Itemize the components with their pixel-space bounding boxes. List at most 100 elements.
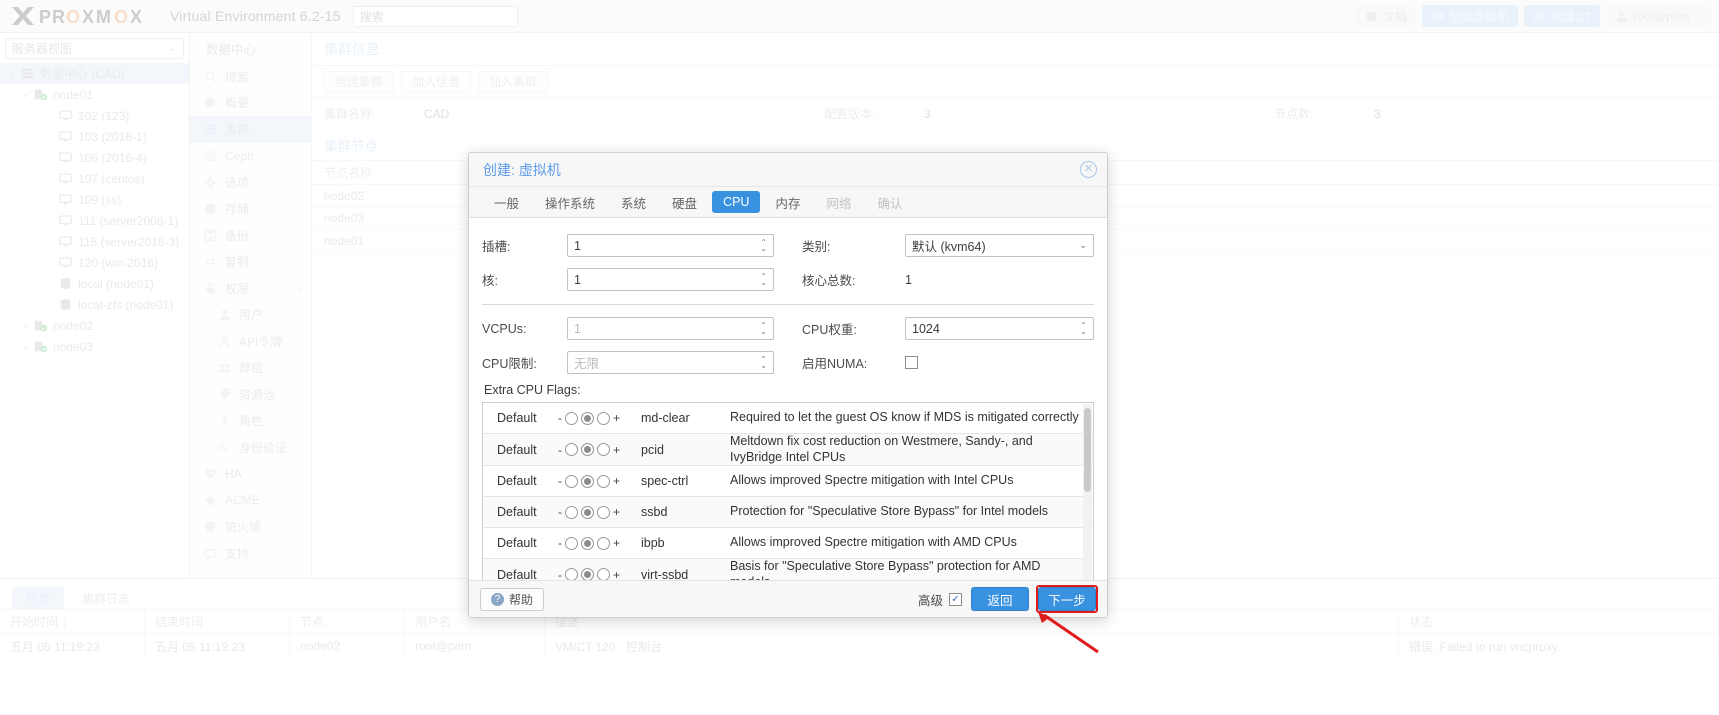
cpu-flag-row[interactable]: Default - + ibpb Allows improved Spectre mit…: [483, 528, 1093, 560]
cpu-flag-state: Default: [497, 474, 537, 489]
help-label: 帮助: [509, 592, 534, 607]
numa-label: 启用NUMA:: [802, 357, 868, 371]
form-divider: [482, 304, 1094, 305]
plus-label: +: [613, 505, 621, 520]
numa-field-row: 启用NUMA:: [802, 349, 1094, 376]
spinner-icon[interactable]: ⌃ ⌄: [760, 321, 767, 335]
numa-checkbox[interactable]: [905, 356, 918, 369]
cpu-limit-label: CPU限制:: [482, 357, 537, 371]
vcpus-stepper[interactable]: 1 ⌃ ⌄: [567, 317, 774, 340]
spinner-icon[interactable]: ⌃ ⌄: [760, 238, 767, 252]
cpu-flag-radiogroup[interactable]: - +: [558, 505, 641, 519]
extra-cpu-flags-label: Extra CPU Flags:: [484, 383, 581, 397]
spinner-icon[interactable]: ⌃ ⌄: [1080, 321, 1087, 335]
help-button[interactable]: ? 帮助: [480, 587, 545, 611]
flag-on-radio[interactable]: [597, 474, 610, 488]
total-cores-label: 核心总数:: [802, 274, 856, 288]
cpu-flag-name: ibpb: [641, 536, 665, 551]
vcpus-value: 1: [574, 321, 581, 336]
cpu-flag-radiogroup[interactable]: - +: [558, 474, 641, 488]
next-button[interactable]: 下一步: [1036, 585, 1098, 613]
dialog-title: 创建: 虚拟机: [483, 161, 561, 178]
cpu-flag-state: Default: [497, 505, 537, 520]
minus-label: -: [558, 474, 562, 489]
flag-on-radio[interactable]: [597, 411, 610, 425]
cpu-weight-field-row: CPU权重: 1024 ⌃ ⌄: [802, 315, 1094, 342]
sockets-stepper[interactable]: 1 ⌃ ⌄: [567, 234, 774, 257]
spinner-icon[interactable]: ⌃ ⌄: [760, 355, 767, 369]
flag-off-radio[interactable]: [565, 411, 578, 425]
cpu-limit-stepper[interactable]: 无限 ⌃ ⌄: [567, 351, 774, 374]
cpu-flag-description: Protection for "Speculative Store Bypass…: [730, 504, 1049, 519]
flag-on-radio[interactable]: [597, 536, 610, 550]
vcpus-field-row: VCPUs: 1 ⌃ ⌄: [482, 315, 774, 342]
flag-off-radio[interactable]: [565, 474, 578, 488]
cpu-limit-field-row: CPU限制: 无限 ⌃ ⌄: [482, 349, 774, 376]
cpu-flag-radiogroup[interactable]: - +: [558, 411, 641, 425]
cores-field-row: 核: 1 ⌃ ⌄: [482, 266, 774, 293]
create-vm-dialog: 创建: 虚拟机 ✕ 一般 操作系统 系统 硬盘 CPU 内存 网络 确认 插槽: 1 ⌃ ⌄ 核…: [468, 152, 1108, 618]
flag-default-radio[interactable]: [581, 474, 594, 488]
tab-确认[interactable]: 确认: [867, 191, 914, 213]
plus-label: +: [613, 474, 621, 489]
cpu-flag-row[interactable]: Default - + md-clear Required to let the gue…: [483, 403, 1093, 434]
minus-label: -: [558, 536, 562, 551]
cpu-flag-description: Allows improved Spectre mitigation with …: [730, 473, 1014, 488]
cpu-weight-label: CPU权重:: [802, 323, 857, 337]
question-icon: ?: [491, 592, 504, 606]
cores-stepper[interactable]: 1 ⌃ ⌄: [567, 268, 774, 291]
tab-操作系统[interactable]: 操作系统: [534, 191, 606, 213]
cpu-flag-description: Allows improved Spectre mitigation with …: [730, 535, 1017, 550]
flag-off-radio[interactable]: [565, 443, 578, 457]
cpu-flag-radiogroup[interactable]: - +: [558, 443, 641, 457]
cpu-weight-stepper[interactable]: 1024 ⌃ ⌄: [905, 317, 1094, 340]
tab-一般[interactable]: 一般: [483, 191, 530, 213]
flag-default-radio[interactable]: [581, 536, 594, 550]
advanced-checkbox[interactable]: ✓: [949, 592, 962, 606]
dialog-header: 创建: 虚拟机 ✕: [469, 153, 1107, 187]
cpu-flag-radiogroup[interactable]: - +: [558, 536, 641, 550]
sockets-label: 插槽:: [482, 240, 511, 254]
tab-网络[interactable]: 网络: [815, 191, 862, 213]
cpu-weight-value: 1024: [912, 321, 940, 336]
tab-系统[interactable]: 系统: [610, 191, 657, 213]
dialog-footer: ? 帮助 高级 ✓ 返回 下一步: [469, 580, 1107, 617]
sockets-field-row: 插槽: 1 ⌃ ⌄: [482, 232, 774, 259]
plus-label: +: [613, 411, 621, 425]
cpu-flag-name: spec-ctrl: [641, 474, 689, 489]
dialog-body: 插槽: 1 ⌃ ⌄ 核: 1 ⌃ ⌄ 类别: 默认 (kvm64) ⌄ 核心总数…: [469, 218, 1107, 595]
plus-label: +: [613, 536, 621, 551]
extra-cpu-flags-table[interactable]: Default - + md-clear Required to let the gue…: [482, 402, 1094, 595]
close-icon[interactable]: ✕: [1080, 161, 1097, 178]
flag-default-radio[interactable]: [581, 443, 594, 457]
back-button[interactable]: 返回: [971, 587, 1029, 611]
flag-off-radio[interactable]: [565, 505, 578, 519]
flag-on-radio[interactable]: [597, 443, 610, 457]
advanced-label: 高级: [917, 593, 943, 608]
vcpus-label: VCPUs:: [482, 321, 527, 336]
plus-label: +: [613, 442, 621, 457]
cpu-flag-name: ssbd: [641, 505, 668, 520]
cores-label: 核:: [482, 274, 498, 288]
cpu-flag-description: Required to let the guest OS know if MDS…: [730, 410, 1079, 425]
tab-内存[interactable]: 内存: [764, 191, 811, 213]
spinner-icon[interactable]: ⌃ ⌄: [760, 272, 767, 286]
cpu-flag-row[interactable]: Default - + ssbd Protection for "Speculative…: [483, 497, 1093, 529]
flag-on-radio[interactable]: [597, 505, 610, 519]
cpu-form: 插槽: 1 ⌃ ⌄ 核: 1 ⌃ ⌄ 类别: 默认 (kvm64) ⌄ 核心总数…: [482, 232, 1094, 300]
tab-硬盘[interactable]: 硬盘: [661, 191, 708, 213]
cpu-flag-description: Meltdown fix cost reduction on Westmere,…: [730, 434, 1033, 464]
cpu-limit-value: 无限: [574, 357, 600, 371]
flag-default-radio[interactable]: [581, 505, 594, 519]
check-icon: ✓: [951, 593, 960, 605]
cpu-flag-row[interactable]: Default - + spec-ctrl Allows improved Spectr…: [483, 466, 1093, 498]
advanced-toggle[interactable]: 高级 ✓: [918, 590, 962, 609]
footer-actions: 高级 ✓ 返回 下一步: [918, 585, 1098, 613]
dialog-tabs: 一般 操作系统 系统 硬盘 CPU 内存 网络 确认: [469, 187, 1107, 218]
flags-scrollbar[interactable]: [1083, 404, 1092, 594]
flag-default-radio[interactable]: [581, 411, 594, 425]
flag-off-radio[interactable]: [565, 536, 578, 550]
cpu-type-select[interactable]: 默认 (kvm64) ⌄: [905, 234, 1094, 257]
cpu-flag-row[interactable]: Default - + pcid Meltdown fix cost reduction…: [483, 434, 1093, 467]
tab-cpu[interactable]: CPU: [712, 191, 761, 213]
